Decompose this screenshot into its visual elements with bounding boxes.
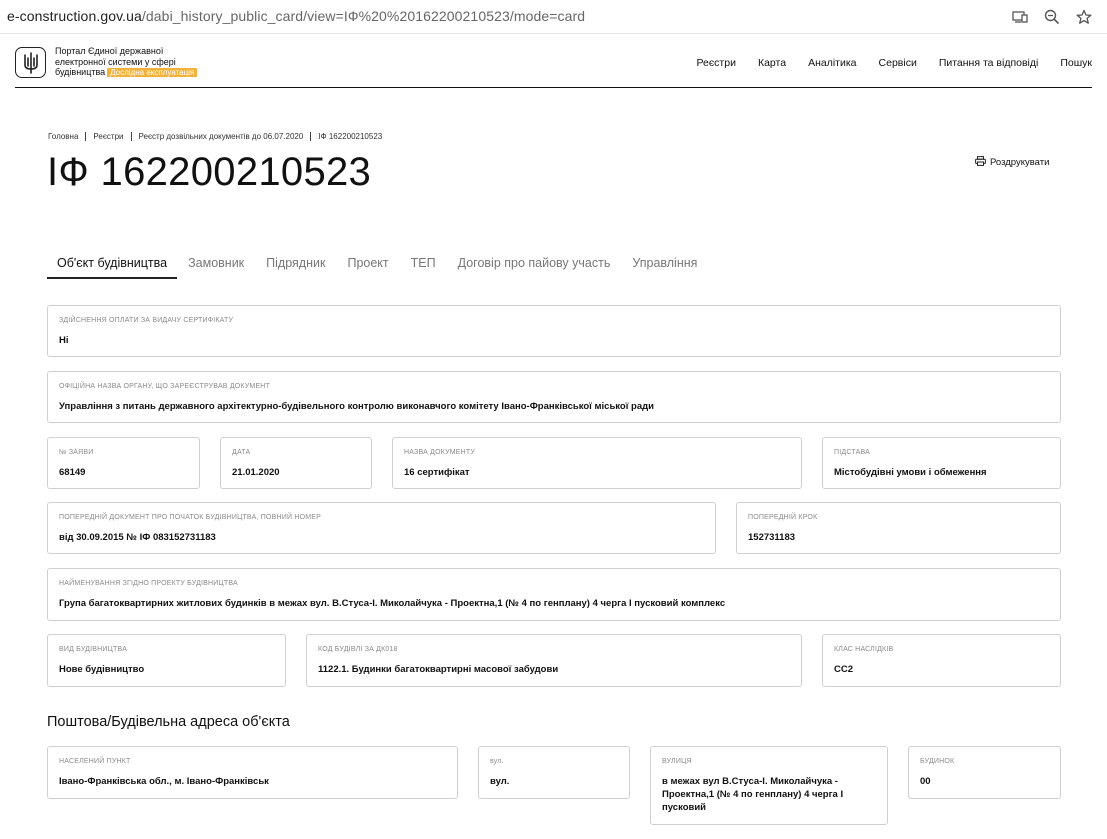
field-settlement: Населений пункт Івано-Франківська обл., …	[47, 746, 458, 799]
field-label: Попередній документ про початок будівниц…	[59, 514, 322, 521]
tab-object[interactable]: Об'єкт будівництва	[47, 250, 178, 279]
field-label: Назва документу	[404, 449, 475, 456]
tab-tep[interactable]: ТЕП	[400, 250, 447, 279]
field-value: Нове будівництво	[59, 664, 145, 675]
url-text[interactable]: e-construction.gov.ua/dabi_history_publi…	[7, 8, 585, 24]
field-basis: Підстава Містобудівні умови і обмеження	[822, 437, 1061, 489]
breadcrumb: Головна Реєстри Реєстр дозвільних докуме…	[48, 132, 382, 141]
field-label: Будинок	[920, 758, 955, 765]
field-label: № заяви	[59, 449, 94, 456]
nav-services[interactable]: Сервіси	[879, 57, 917, 69]
nav-registries[interactable]: Реєстри	[696, 57, 736, 69]
field-value: Група багатоквартирних житлових будинків…	[59, 598, 726, 609]
tab-customer[interactable]: Замовник	[177, 250, 255, 279]
field-value: СС2	[834, 664, 854, 675]
tab-contractor[interactable]: Підрядник	[255, 250, 336, 279]
field-label: Підстава	[834, 449, 870, 456]
field-value: Управління з питань державного архітекту…	[59, 401, 654, 412]
main-nav: Реєстри Карта Аналітика Сервіси Питання …	[696, 57, 1092, 69]
field-value: Ні	[59, 335, 69, 346]
zoom-icon[interactable]	[1043, 8, 1061, 26]
breadcrumb-home[interactable]: Головна	[48, 132, 78, 141]
field-previous-document: Попередній документ про початок будівниц…	[47, 502, 716, 554]
field-label: Офіційна назва органу, що зареєстрував д…	[59, 383, 271, 390]
field-project-name: Найменування згідно проекту будівництва …	[47, 568, 1061, 621]
address-section-title: Поштова/Будівельна адреса об'єкта	[47, 714, 290, 730]
breadcrumb-separator	[310, 132, 312, 141]
print-label: Роздрукувати	[990, 157, 1050, 168]
url-path: /dabi_history_public_card/view=IФ%20%201…	[141, 8, 586, 24]
field-application-number: № заяви 68149	[47, 437, 200, 489]
breadcrumb-separator	[130, 132, 132, 141]
field-label: Населений пункт	[59, 758, 131, 765]
field-label: Здійснення оплати за видачу сертифікату	[59, 317, 234, 324]
tab-management[interactable]: Управління	[621, 250, 708, 279]
logo-line-1: Портал Єдиної державної	[55, 46, 164, 56]
field-value: 152731183	[748, 532, 796, 543]
field-value: вул.	[490, 776, 510, 787]
logo-line-3: будівництва	[55, 67, 106, 77]
field-label: Клас наслідків	[834, 646, 894, 653]
field-label: Попередній крок	[748, 514, 818, 521]
field-street-type: вул. вул.	[478, 746, 630, 799]
bookmark-star-icon[interactable]	[1075, 8, 1093, 26]
breadcrumb-registries[interactable]: Реєстри	[93, 132, 123, 141]
reader-mode-icon[interactable]	[1011, 8, 1029, 26]
print-button[interactable]: Роздрукувати	[975, 156, 1049, 169]
logo-line-2: електронної системи у сфері	[55, 56, 176, 67]
trident-emblem-icon[interactable]	[15, 47, 46, 78]
browser-address-bar[interactable]: e-construction.gov.ua/dabi_history_publi…	[0, 0, 1107, 34]
nav-faq[interactable]: Питання та відповіді	[939, 57, 1039, 69]
field-label: Найменування згідно проекту будівництва	[59, 580, 238, 587]
field-payment: Здійснення оплати за видачу сертифікату …	[47, 305, 1061, 357]
tab-equity-agreement[interactable]: Договір про пайову участь	[447, 250, 622, 279]
breadcrumb-current: ІФ 162200210523	[318, 132, 383, 141]
field-value: 00	[920, 776, 931, 787]
printer-icon	[975, 156, 986, 169]
field-label: Вид будівництва	[59, 646, 127, 653]
tab-bar: Об'єкт будівництва Замовник Підрядник Пр…	[47, 250, 708, 279]
field-document-name: Назва документу 16 сертифікат	[392, 437, 802, 489]
field-building-code: Код будівлі за ДК018 1122.1. Будинки баг…	[306, 634, 802, 687]
field-date: Дата 21.01.2020	[220, 437, 372, 489]
field-label: вул.	[490, 758, 504, 765]
nav-map[interactable]: Карта	[758, 57, 786, 69]
field-value: 68149	[59, 467, 86, 478]
site-header: Портал Єдиної державної електронної сист…	[15, 40, 1092, 88]
field-previous-step: Попередній крок 152731183	[736, 502, 1061, 554]
tab-project[interactable]: Проект	[336, 250, 399, 279]
field-value: від 30.09.2015 № ІФ 083152731183	[59, 532, 216, 543]
nav-analytics[interactable]: Аналітика	[808, 57, 856, 69]
beta-badge: Дослідна експлуатація	[107, 68, 198, 77]
field-label: Код будівлі за ДК018	[318, 646, 398, 653]
field-authority: Офіційна назва органу, що зареєстрував д…	[47, 371, 1061, 423]
field-value: 1122.1. Будинки багатоквартирні масової …	[318, 664, 559, 675]
field-street: Вулиця в межах вул В.Стуса-І. Миколайчук…	[650, 746, 888, 825]
field-value: 16 сертифікат	[404, 467, 470, 478]
field-consequence-class: Клас наслідків СС2	[822, 634, 1061, 687]
field-value: в межах вул В.Стуса-І. Миколайчука - Про…	[662, 776, 844, 813]
field-label: Вулиця	[662, 758, 692, 765]
breadcrumb-registry[interactable]: Реєстр дозвільних документів до 06.07.20…	[139, 132, 304, 141]
field-value: Містобудівні умови і обмеження	[834, 467, 987, 478]
field-value: 21.01.2020	[232, 467, 280, 478]
nav-search[interactable]: Пошук	[1060, 57, 1092, 69]
field-house: Будинок 00	[908, 746, 1061, 799]
site-logo-text[interactable]: Портал Єдиної державної електронної сист…	[55, 46, 225, 79]
field-label: Дата	[232, 449, 251, 456]
page-title: ІФ 162200210523	[47, 150, 372, 194]
field-value: Івано-Франківська обл., м. Івано-Франків…	[59, 776, 269, 787]
field-construction-type: Вид будівництва Нове будівництво	[47, 634, 286, 687]
breadcrumb-separator	[85, 132, 87, 141]
url-host: e-construction.gov.ua	[7, 8, 142, 24]
